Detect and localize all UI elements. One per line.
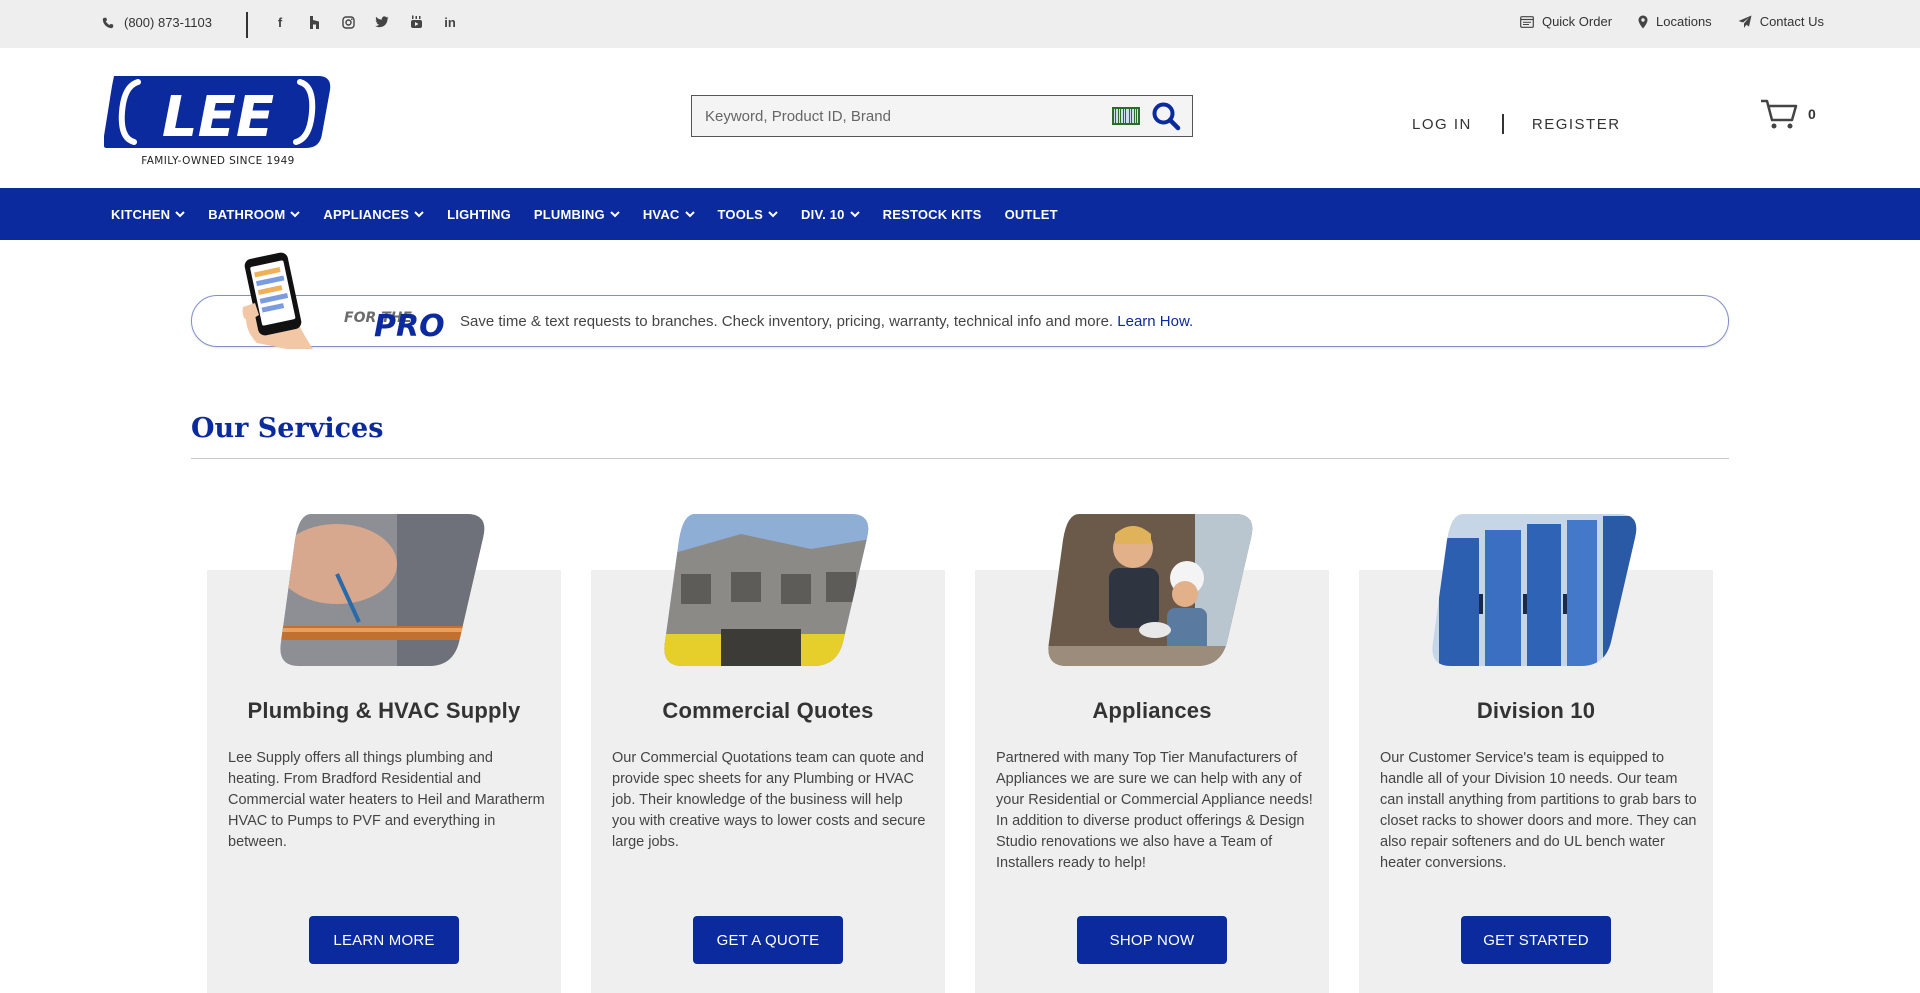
logo-tagline: FAMILY-OWNED SINCE 1949 bbox=[141, 155, 295, 167]
facebook-icon[interactable]: f bbox=[270, 12, 290, 32]
nav-item-div10[interactable]: DIV. 10 bbox=[801, 207, 860, 222]
phone-number: (800) 873-1103 bbox=[124, 15, 212, 30]
nav-item-bathroom[interactable]: BATHROOM bbox=[208, 206, 301, 222]
main-navigation: KITCHEN BATHROOM APPLIANCES LIGHTING PLU… bbox=[0, 188, 1920, 240]
nav-item-hvac[interactable]: HVAC bbox=[643, 207, 695, 222]
utility-links: Quick Order Locations Contact Us bbox=[1520, 14, 1824, 29]
learn-more-button[interactable]: LEARN MORE bbox=[309, 916, 459, 964]
card-description: Our Commercial Quotations team can quote… bbox=[612, 750, 926, 850]
nav-label: DIV. 10 bbox=[801, 206, 845, 222]
search-icon bbox=[1152, 102, 1181, 131]
nav-label: HVAC bbox=[642, 206, 680, 222]
barcode-scan-icon[interactable] bbox=[1112, 107, 1140, 125]
cart-button[interactable]: 0 bbox=[1760, 98, 1816, 130]
quick-order-label: Quick Order bbox=[1541, 14, 1613, 29]
card-title: Commercial Quotes bbox=[662, 698, 874, 723]
nav-label: RESTOCK KITS bbox=[882, 206, 982, 222]
services-heading: Our Services bbox=[191, 413, 384, 444]
for-the-pro-banner[interactable]: FOR THE PRO Save time & text requests to… bbox=[191, 252, 1729, 349]
services-divider bbox=[191, 458, 1729, 459]
nav-label: TOOLS bbox=[717, 206, 764, 222]
cart-count: 0 bbox=[1808, 106, 1816, 122]
get-a-quote-button[interactable]: GET A QUOTE bbox=[693, 916, 843, 964]
instagram-icon[interactable] bbox=[338, 12, 358, 32]
nav-item-appliances[interactable]: APPLIANCES bbox=[323, 207, 424, 222]
card-description: Partnered with many Top Tier Manufacture… bbox=[996, 750, 1313, 871]
shop-now-button[interactable]: SHOP NOW bbox=[1077, 916, 1227, 964]
nav-item-tools[interactable]: TOOLS bbox=[718, 207, 779, 222]
search-bar bbox=[691, 95, 1193, 137]
account-links: LOG IN REGISTER bbox=[1412, 114, 1621, 134]
youtube-icon[interactable] bbox=[406, 12, 426, 32]
quick-order-icon bbox=[1520, 15, 1534, 28]
nav-label: BATHROOM bbox=[208, 206, 286, 222]
service-card-commercial-quotes: Commercial Quotes Our Commercial Quotati… bbox=[591, 514, 945, 993]
plumbing-photo bbox=[280, 514, 485, 666]
search-input[interactable] bbox=[692, 96, 1112, 136]
nav-label: OUTLET bbox=[1004, 206, 1058, 222]
service-card-appliances: Appliances Partnered with many Top Tier … bbox=[975, 514, 1329, 993]
register-link[interactable]: REGISTER bbox=[1532, 116, 1621, 133]
for-the-pro-logo: FOR THE PRO bbox=[344, 304, 445, 345]
account-divider bbox=[1501, 114, 1504, 134]
card-title: Division 10 bbox=[1476, 698, 1596, 723]
get-started-button[interactable]: GET STARTED bbox=[1461, 916, 1611, 964]
nav-item-kitchen[interactable]: KITCHEN bbox=[111, 207, 185, 222]
search-button[interactable] bbox=[1148, 98, 1184, 134]
locations-label: Locations bbox=[1656, 14, 1712, 29]
logo-text: LEE bbox=[162, 85, 274, 150]
nav-item-outlet[interactable]: OUTLET bbox=[1005, 207, 1058, 222]
social-links: f in bbox=[270, 12, 460, 32]
lee-logo[interactable]: LEE FAMILY-OWNED SINCE 1949 bbox=[103, 72, 334, 168]
locations-link[interactable]: Locations bbox=[1638, 14, 1712, 29]
nav-label: PLUMBING bbox=[533, 206, 605, 222]
pro-banner-message: Save time & text requests to branches. C… bbox=[460, 313, 1118, 330]
card-title: Appliances bbox=[1092, 698, 1212, 723]
linkedin-icon[interactable]: in bbox=[440, 12, 460, 32]
service-card-division-10: Division 10 Our Customer Service's team … bbox=[1359, 514, 1713, 993]
nav-item-restock-kits[interactable]: RESTOCK KITS bbox=[883, 207, 982, 222]
paper-plane-icon bbox=[1738, 15, 1752, 28]
chevron-down-icon bbox=[849, 210, 860, 217]
nav-item-lighting[interactable]: LIGHTING bbox=[447, 207, 511, 222]
nav-label: KITCHEN bbox=[111, 206, 171, 222]
contact-us-label: Contact Us bbox=[1759, 14, 1824, 29]
card-description: Lee Supply offers all things plumbing an… bbox=[228, 750, 545, 850]
chevron-down-icon bbox=[175, 210, 185, 217]
houzz-icon[interactable] bbox=[304, 12, 324, 32]
nav-label: APPLIANCES bbox=[323, 206, 410, 222]
card-title: Plumbing & HVAC Supply bbox=[247, 698, 521, 723]
chevron-down-icon bbox=[414, 210, 424, 217]
chevron-down-icon bbox=[610, 210, 620, 217]
twitter-icon[interactable] bbox=[372, 12, 392, 32]
pro-text: PRO bbox=[374, 309, 444, 340]
nav-item-plumbing[interactable]: PLUMBING bbox=[534, 207, 620, 222]
learn-how-link[interactable]: Learn How. bbox=[1117, 313, 1193, 330]
chevron-down-icon bbox=[290, 210, 301, 217]
pro-banner-text: Save time & text requests to branches. C… bbox=[460, 313, 1193, 330]
topbar-divider bbox=[246, 12, 248, 38]
phone-link[interactable]: (800) 873-1103 bbox=[102, 15, 212, 30]
service-card-plumbing-hvac: Plumbing & HVAC Supply Lee Supply offers… bbox=[207, 514, 561, 993]
quick-order-link[interactable]: Quick Order bbox=[1520, 14, 1612, 29]
hand-phone-illustration bbox=[242, 252, 313, 349]
site-header: LEE FAMILY-OWNED SINCE 1949 LOG IN REGIS… bbox=[0, 48, 1920, 188]
shopping-cart-icon bbox=[1761, 99, 1798, 129]
construction-photo bbox=[664, 514, 869, 666]
phone-icon bbox=[102, 17, 114, 28]
chevron-down-icon bbox=[768, 210, 778, 217]
chevron-down-icon bbox=[684, 210, 695, 217]
top-utility-bar: (800) 873-1103 f in Quick Order Location… bbox=[0, 0, 1920, 48]
restroom-partitions-photo bbox=[1432, 514, 1637, 666]
contact-us-link[interactable]: Contact Us bbox=[1738, 14, 1824, 29]
nav-label: LIGHTING bbox=[447, 206, 511, 222]
kitchen-family-photo bbox=[1048, 514, 1253, 666]
location-pin-icon bbox=[1638, 15, 1648, 28]
card-description: Our Customer Service's team is equipped … bbox=[1380, 750, 1697, 871]
login-link[interactable]: LOG IN bbox=[1412, 116, 1472, 133]
